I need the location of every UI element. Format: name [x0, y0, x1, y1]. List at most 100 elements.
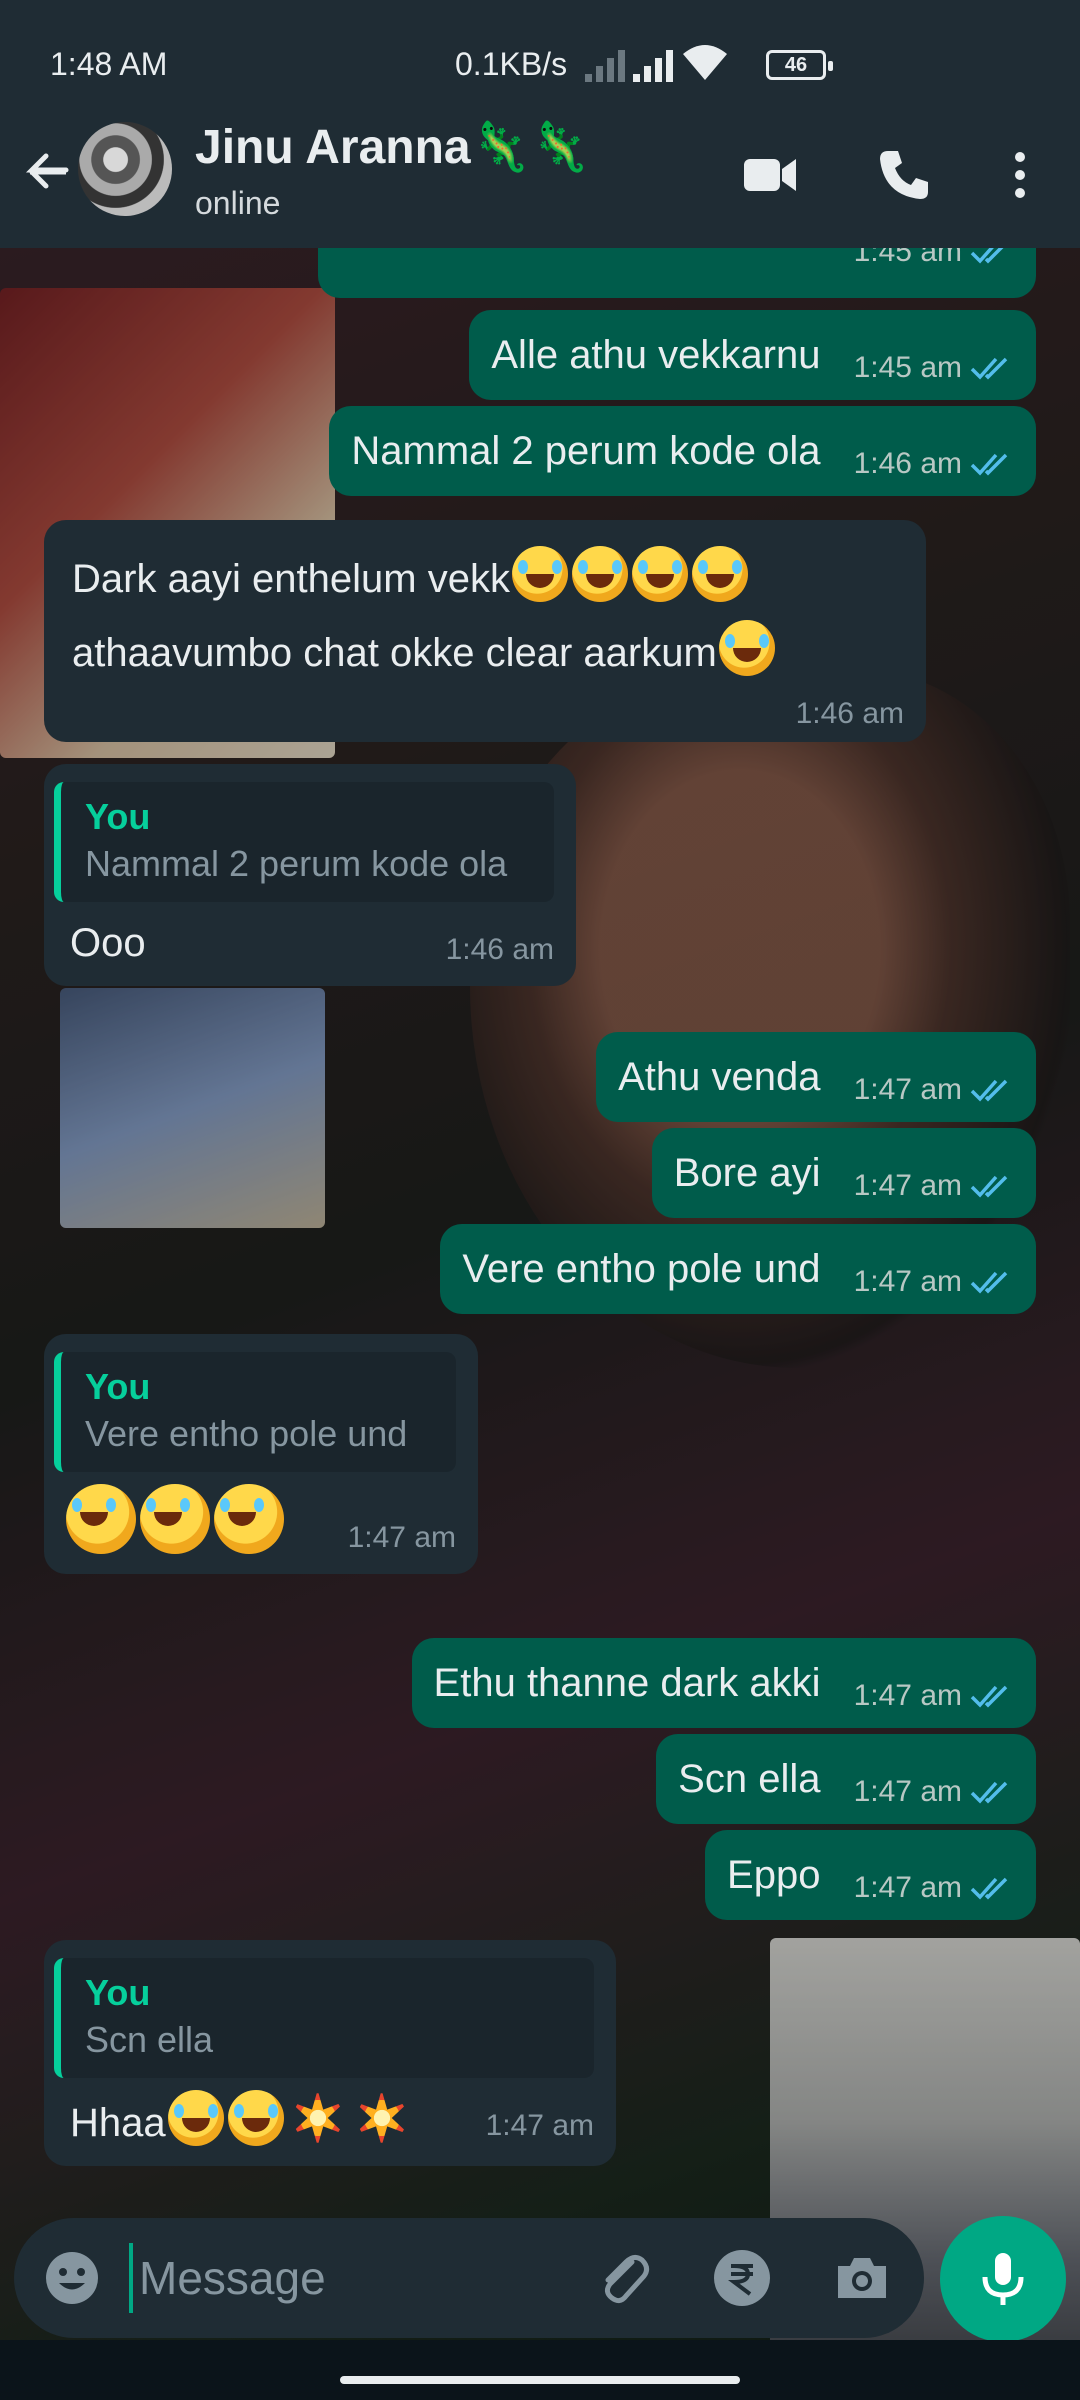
read-receipt-icon: [970, 357, 1008, 380]
collision-emoji-icon: [353, 2090, 410, 2146]
collision-emoji-icon: [289, 2090, 346, 2146]
rolling-laughing-emoji-icon: [718, 620, 775, 676]
read-receipt-icon: [970, 1685, 1008, 1708]
voice-message-button[interactable]: [940, 2216, 1066, 2342]
message-outgoing[interactable]: Ethu thanne dark akki 1:47 am: [411, 1638, 1036, 1728]
message-incoming-reply[interactable]: You Scn ella Hhaa 1:47 am: [44, 1940, 616, 2166]
message-meta: 1:46 am: [854, 444, 1014, 484]
message-incoming[interactable]: Dark aayi enthelum vekk athaavumbo chat …: [44, 520, 926, 742]
back-arrow-icon[interactable]: [18, 144, 74, 200]
message-meta: 1:45 am: [854, 248, 1014, 292]
message-time: 1:45 am: [853, 248, 962, 268]
read-receipt-icon: [970, 1877, 1008, 1900]
message-time: 1:47 am: [853, 1169, 962, 1202]
signal-sim2-icon: [633, 46, 673, 82]
quoted-message[interactable]: You Vere entho pole und: [54, 1352, 456, 1472]
message-input[interactable]: [129, 2243, 579, 2313]
message-composer: [14, 2218, 924, 2338]
message-time: 1:46 am: [795, 697, 904, 730]
chat-area[interactable]: 1:45 am Alle athu vekkarnu 1:45 am Namma…: [0, 248, 1080, 2400]
message-text: Eppo: [727, 1853, 821, 1897]
read-receipt-icon: [970, 453, 1008, 476]
message-outgoing[interactable]: Athu venda 1:47 am: [596, 1032, 1036, 1122]
message-incoming-reply[interactable]: You Vere entho pole und 1:47 am: [44, 1334, 478, 1574]
message-text: Scn ella: [678, 1757, 821, 1801]
message-text: Alle athu vekkarnu: [491, 333, 821, 377]
message-meta: 1:46 am: [446, 930, 554, 970]
rolling-laughing-emoji-icon: [227, 2090, 284, 2146]
message-meta: 1:47 am: [348, 1518, 456, 1558]
message-text: Ethu thanne dark akki: [433, 1661, 821, 1705]
rolling-laughing-emoji-icon: [167, 2090, 224, 2146]
signal-sim1-icon: [585, 46, 625, 82]
message-time: 1:47 am: [853, 1265, 962, 1298]
read-receipt-icon: [970, 1781, 1008, 1804]
message-time: 1:47 am: [853, 1073, 962, 1106]
quote-text: Vere entho pole und: [85, 1413, 408, 1454]
message-meta: 1:47 am: [854, 1070, 1014, 1110]
quote-author: You: [85, 1972, 151, 2013]
message-incoming-reply[interactable]: You Nammal 2 perum kode ola Ooo 1:46 am: [44, 764, 576, 986]
message-text: Hhaa: [70, 2101, 166, 2145]
message-text: Athu venda: [618, 1055, 821, 1099]
message-time: 1:47 am: [853, 1775, 962, 1808]
message-outgoing[interactable]: Alle athu vekkarnu 1:45 am: [469, 310, 1036, 400]
message-meta: 1:47 am: [854, 1772, 1014, 1812]
quoted-message[interactable]: You Nammal 2 perum kode ola: [54, 782, 554, 902]
emoji-picker-icon[interactable]: [42, 2248, 102, 2308]
message-time: 1:47 am: [853, 1679, 962, 1712]
message-text: Ooo: [70, 921, 146, 965]
contact-name[interactable]: Jinu Aranna🦎🦎: [195, 118, 590, 175]
message-outgoing[interactable]: Vere entho pole und 1:47 am: [440, 1224, 1036, 1314]
message-outgoing[interactable]: Bore ayi 1:47 am: [651, 1128, 1036, 1218]
rolling-laughing-emoji-icon: [631, 546, 688, 602]
message-meta: 1:47 am: [486, 2106, 594, 2146]
message-meta: 1:47 am: [854, 1262, 1014, 1302]
video-call-icon[interactable]: [740, 145, 800, 205]
quote-text: Scn ella: [85, 2019, 214, 2060]
message-meta: 1:47 am: [854, 1166, 1014, 1206]
message-text: Vere entho pole und: [462, 1247, 821, 1291]
quote-text: Nammal 2 perum kode ola: [85, 843, 508, 884]
message-time: 1:47 am: [485, 2109, 594, 2142]
rolling-laughing-emoji-icon: [66, 1484, 136, 1554]
message-text-line: Dark aayi enthelum vekk: [72, 542, 904, 616]
battery-icon: 46: [766, 50, 833, 80]
message-outgoing[interactable]: Nammal 2 perum kode ola 1:46 am: [329, 406, 1036, 496]
read-receipt-icon: [970, 248, 1004, 264]
message-time: 1:47 am: [347, 1521, 456, 1554]
signal-icons: [585, 42, 729, 82]
voice-call-icon[interactable]: [874, 145, 934, 205]
message-time: 1:47 am: [853, 1871, 962, 1904]
payment-rupee-icon[interactable]: [712, 2248, 772, 2308]
message-text: Bore ayi: [673, 1151, 821, 1195]
message-meta: 1:47 am: [854, 1676, 1014, 1716]
message-text-line: athaavumbo chat okke clear aarkum: [72, 616, 904, 690]
message-meta: 1:47 am: [854, 1868, 1014, 1908]
camera-icon[interactable]: [832, 2248, 892, 2308]
message-time: 1:46 am: [445, 933, 554, 966]
home-indicator[interactable]: [340, 2376, 740, 2384]
contact-avatar[interactable]: [78, 122, 172, 216]
read-receipt-icon: [970, 1271, 1008, 1294]
message-outgoing[interactable]: Eppo 1:47 am: [705, 1830, 1036, 1920]
chat-header: Jinu Aranna🦎🦎 online: [0, 100, 1080, 248]
microphone-icon: [982, 2253, 1024, 2305]
network-speed: 0.1KB/s: [455, 46, 568, 82]
quote-author: You: [85, 796, 151, 837]
rolling-laughing-emoji-icon: [214, 1484, 284, 1554]
rolling-laughing-emoji-icon: [571, 546, 628, 602]
rolling-laughing-emoji-icon: [511, 546, 568, 602]
rolling-laughing-emoji-icon: [140, 1484, 210, 1554]
more-options-icon[interactable]: [990, 145, 1050, 205]
attachment-icon[interactable]: [592, 2248, 652, 2308]
message-text: Nammal 2 perum kode ola: [351, 429, 821, 473]
message-meta: 1:45 am: [854, 348, 1014, 388]
system-nav-bar: [0, 2340, 1080, 2400]
rolling-laughing-emoji-icon: [691, 546, 748, 602]
quote-author: You: [85, 1366, 151, 1407]
quoted-message[interactable]: You Scn ella: [54, 1958, 594, 2078]
message-outgoing[interactable]: 1:45 am: [318, 248, 1036, 298]
message-outgoing[interactable]: Scn ella 1:47 am: [656, 1734, 1036, 1824]
read-receipt-icon: [970, 1079, 1008, 1102]
